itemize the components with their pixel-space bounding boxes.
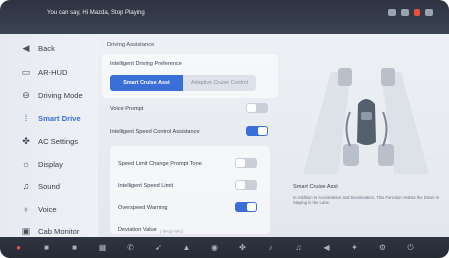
camera-icon[interactable]: ◉ — [210, 243, 219, 252]
monitor-icon: ▣ — [21, 225, 31, 236]
sidebar-item-smart-drive[interactable]: ⁞ Smart Drive — [0, 107, 98, 129]
segment-adaptive-cruise[interactable]: Adaptive Cruise Control — [183, 75, 256, 91]
voice-hint: You can say, Hi Mazda, Stop Playing — [47, 10, 145, 16]
sidebar-item-label: AR-HUD — [38, 67, 68, 77]
preference-label: Intelligent Driving Preference — [110, 61, 182, 67]
sidebar-item-back[interactable]: ◀ Back — [0, 37, 98, 59]
preference-segmented-control: Smart Cruise Asst Adaptive Cruise Contro… — [110, 75, 256, 91]
info-description: In Addition to Acceleration and Decelera… — [293, 195, 440, 206]
sidebar-item-driving-mode[interactable]: ⊖ Driving Mode — [0, 84, 98, 106]
back-icon: ◀ — [22, 42, 30, 53]
sidebar-item-label: Cab Monitor — [38, 226, 80, 236]
settings-sidebar: ◀ Back ▭ AR-HUD ⊖ Driving Mode ⁞ Smart D… — [0, 34, 98, 237]
steering-wheel-icon: ⊖ — [22, 89, 30, 100]
voice-prompt-label: Voice Prompt — [110, 106, 144, 112]
sidebar-item-label: Smart Drive — [38, 113, 81, 123]
wifi-icon — [388, 9, 396, 16]
overspeed-warning-label: Overspeed Warning — [118, 205, 168, 211]
car-top-right-icon — [381, 68, 395, 86]
info-title: Smart Cruise Asst — [293, 184, 338, 190]
intelligent-speed-limit-toggle[interactable] — [235, 180, 257, 190]
brightness-icon: ☼ — [21, 159, 31, 169]
speaker-icon: ♫ — [22, 181, 30, 191]
car-icon[interactable]: ▲ — [182, 243, 191, 252]
sidebar-item-display[interactable]: ☼ Display — [0, 153, 98, 175]
signal-icon — [401, 9, 409, 16]
lane-icon: ⁞ — [24, 113, 28, 123]
sidebar-item-label: Display — [38, 159, 63, 169]
deviation-label: Deviation Value — [118, 227, 157, 233]
fan-icon: ✤ — [22, 135, 30, 146]
microphone-icon: ♁ — [22, 204, 30, 214]
car-bottom-left-icon — [343, 144, 359, 166]
record-icon — [414, 9, 420, 16]
settings-icon[interactable]: ⚙ — [378, 243, 387, 252]
phone-icon[interactable]: ✆ — [126, 243, 135, 252]
sidebar-item-sound[interactable]: ♫ Sound — [0, 175, 98, 197]
sidebar-item-label: Sound — [38, 181, 60, 191]
top-status-bar: You can say, Hi Mazda, Stop Playing — [0, 0, 449, 34]
hud-icon: ▭ — [21, 66, 31, 77]
speed-control-label: Intelligent Speed Control Assistance — [110, 129, 200, 135]
settings-panel: Driving Assistance Intelligent Driving P… — [98, 34, 283, 237]
home-icon[interactable]: ● — [14, 243, 23, 252]
sidebar-item-label: Driving Mode — [38, 90, 83, 100]
sidebar-item-voice[interactable]: ♁ Voice — [0, 198, 98, 220]
navigation-icon[interactable]: ➹ — [154, 243, 163, 252]
illustration-panel: Smart Cruise Asst In Addition to Acceler… — [283, 34, 449, 237]
grid-icon[interactable]: ▦ — [98, 243, 107, 252]
speed-control-toggle[interactable] — [246, 126, 268, 136]
volume-icon[interactable]: ◀ — [322, 243, 331, 252]
radio-icon[interactable]: ■ — [42, 243, 51, 252]
status-icons — [388, 9, 433, 16]
sidebar-item-ar-hud[interactable]: ▭ AR-HUD — [0, 61, 98, 83]
seat-icon[interactable]: ♪ — [266, 243, 275, 252]
speed-limit-tone-label: Speed Limit Change Prompt Tone — [118, 161, 202, 167]
deviation-range: (-9%)(+9%) — [160, 229, 184, 234]
sidebar-item-label: Voice — [38, 204, 57, 214]
ego-car-icon — [357, 99, 376, 145]
car-illustration — [303, 68, 429, 174]
fan-icon[interactable]: ✤ — [238, 243, 247, 252]
intelligent-speed-limit-label: Intelligent Speed Limit — [118, 183, 174, 189]
overspeed-warning-toggle[interactable] — [235, 202, 257, 212]
battery-icon — [425, 9, 433, 16]
car-bottom-right-icon — [378, 144, 394, 166]
climate-icon[interactable]: ✦ — [350, 243, 359, 252]
car-top-left-icon — [338, 68, 352, 86]
segment-smart-cruise[interactable]: Smart Cruise Asst — [110, 75, 183, 91]
power-icon[interactable]: ⏻ — [406, 243, 415, 252]
screen: You can say, Hi Mazda, Stop Playing ◀ Ba… — [0, 0, 449, 258]
sidebar-item-label: AC Settings — [38, 136, 79, 146]
sidebar-item-ac-settings[interactable]: ✤ AC Settings — [0, 130, 98, 152]
speed-limit-tone-toggle[interactable] — [235, 158, 257, 168]
media-icon[interactable]: ■ — [70, 243, 79, 252]
music-icon[interactable]: ♫ — [294, 243, 303, 252]
voice-prompt-toggle[interactable] — [246, 103, 268, 113]
bottom-dock: ● ■ ■ ▦ ✆ ➹ ▲ ◉ ✤ ♪ ♫ ◀ ✦ ⚙ ⏻ — [0, 237, 449, 258]
sidebar-item-label: Back — [38, 43, 55, 53]
section-title: Driving Assistance — [107, 42, 155, 48]
